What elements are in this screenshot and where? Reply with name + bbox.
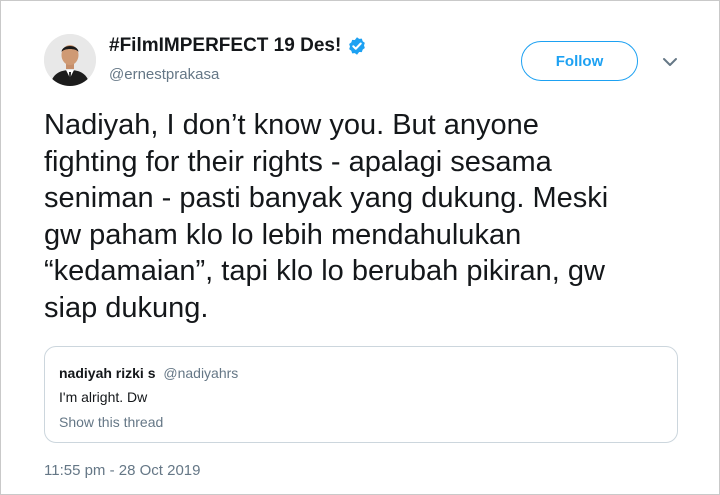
author-name-row[interactable]: #FilmIMPERFECT 19 Des! [109, 35, 367, 57]
author-handle[interactable]: @ernestprakasa [109, 66, 219, 83]
tweet-card: #FilmIMPERFECT 19 Des! @ernestprakasa Fo… [0, 0, 720, 495]
avatar[interactable] [44, 34, 96, 86]
quoted-tweet-text: I'm alright. Dw [59, 389, 148, 405]
quoted-author-name: nadiyah rizki s [59, 365, 156, 381]
show-thread-link[interactable]: Show this thread [59, 414, 163, 430]
tweet-text-line: Nadiyah, I don’t know you. But anyone [44, 109, 539, 141]
tweet-text-line: siap dukung. [44, 291, 209, 324]
tweet-timestamp[interactable]: 11:55 pm - 28 Oct 2019 [44, 462, 200, 479]
tweet-text-line: fighting for their rights - apalagi sesa… [44, 145, 552, 178]
tweet-text: Nadiyah, I don’t know you. But anyone fi… [44, 107, 684, 326]
quoted-tweet-header: nadiyah rizki s @nadiyahrs [59, 365, 238, 381]
verified-badge-icon [349, 37, 366, 55]
tweet-text-line: seniman - pasti banyak yang dukung. Mesk… [44, 182, 609, 214]
tweet-text-line: gw paham klo lo lebih mendahulukan [44, 218, 522, 251]
quoted-author-handle: @nadiyahrs [163, 365, 239, 381]
tweet-text-line: “kedamaian”, tapi klo lo berubah pikiran… [44, 255, 605, 287]
follow-button[interactable]: Follow [521, 41, 638, 81]
quoted-tweet[interactable]: nadiyah rizki s @nadiyahrs I'm alright. … [44, 346, 678, 443]
author-display-name[interactable]: #FilmIMPERFECT 19 Des! [109, 35, 341, 57]
chevron-down-icon[interactable] [661, 53, 679, 71]
avatar-image [44, 34, 96, 86]
